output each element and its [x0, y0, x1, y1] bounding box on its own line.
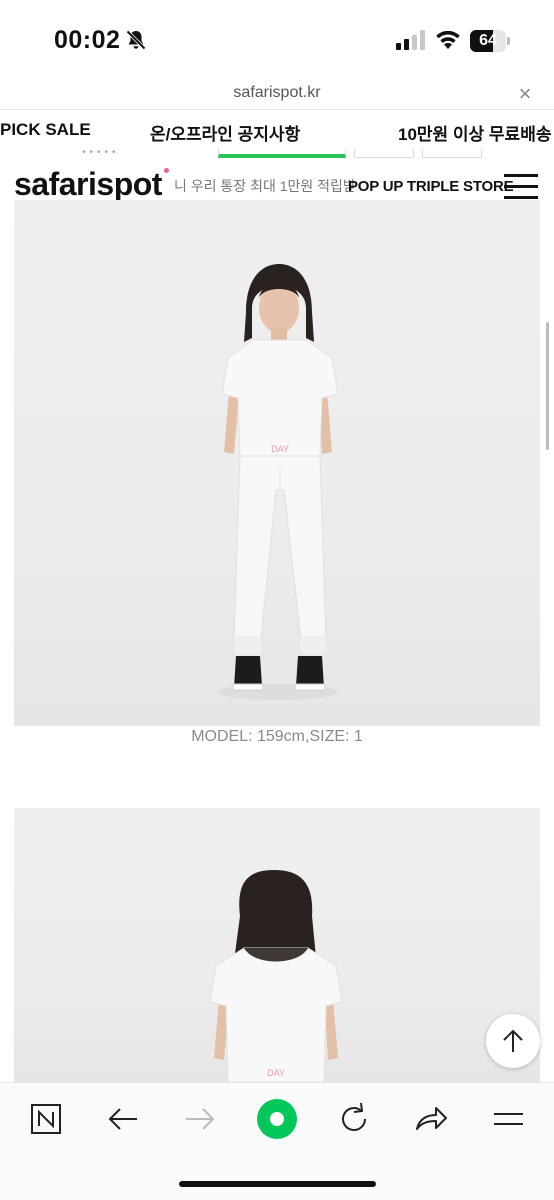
hidden-button-1: [354, 148, 414, 158]
hidden-green-button: [218, 148, 346, 158]
rating-dots: •••••: [82, 147, 120, 158]
notice-free-shipping[interactable]: 10만원 이상 무료배송: [398, 120, 551, 145]
scroll-indicator: [546, 322, 549, 450]
naver-n-icon: [31, 1104, 61, 1134]
shirt-print: DAY: [271, 444, 289, 454]
address-bar[interactable]: safarispot.kr ×: [0, 80, 554, 110]
model-front-illustration: DAY: [217, 264, 339, 700]
url-text[interactable]: safarispot.kr: [0, 84, 554, 102]
model-size-caption: MODEL: 159cm,SIZE: 1: [191, 728, 363, 745]
popup-store-link[interactable]: POP UP TRIPLE STORE: [348, 178, 514, 195]
logo-mark: [164, 168, 169, 173]
notice-pick-sale[interactable]: PICK SALE: [0, 120, 91, 140]
promo-ticker[interactable]: 니 우리 통장 최대 1만원 적립받: [174, 176, 356, 196]
hidden-button-2: [422, 148, 482, 158]
status-time: 00:02: [54, 26, 121, 54]
wifi-icon: [436, 30, 460, 49]
cellular-signal-icon: [396, 30, 425, 50]
scroll-to-top-button[interactable]: [486, 1014, 540, 1068]
reload-icon: [342, 1102, 366, 1131]
shirt-print-back: DAY: [267, 1068, 285, 1078]
notice-bar: PICK SALE 온/오프라인 공지사항 10만원 이상 무료배송: [0, 112, 554, 150]
bell-slash-icon: [126, 30, 146, 50]
green-dot-icon: [257, 1099, 297, 1139]
forward-arrow-icon: [186, 1108, 215, 1130]
model-back-illustration: DAY: [209, 870, 343, 1082]
share-button[interactable]: [409, 1097, 453, 1141]
arrow-up-icon: [503, 1029, 523, 1052]
battery-indicator: 64: [470, 30, 510, 52]
hamburger-menu-icon: [494, 1113, 523, 1125]
close-icon[interactable]: ×: [512, 80, 538, 108]
green-dot-button[interactable]: [255, 1097, 299, 1141]
product-photo-front: DAY: [14, 200, 540, 726]
naver-home-button[interactable]: [24, 1097, 68, 1141]
site-logo[interactable]: safarispot: [14, 166, 162, 203]
hamburger-menu-icon[interactable]: [502, 172, 540, 202]
share-icon: [416, 1107, 447, 1130]
browser-menu-button[interactable]: [486, 1097, 530, 1141]
battery-level-text: 64: [479, 32, 497, 49]
back-arrow-icon: [108, 1108, 137, 1130]
home-indicator: [179, 1181, 376, 1187]
forward-button[interactable]: [178, 1097, 222, 1141]
background-layer-edge: •••••: [0, 148, 554, 160]
product-photo-back: DAY: [14, 808, 540, 1082]
notice-announcements[interactable]: 온/오프라인 공지사항: [150, 120, 300, 145]
status-bar: 00:02 64: [0, 0, 554, 80]
reload-button[interactable]: [332, 1097, 376, 1141]
back-button[interactable]: [101, 1097, 145, 1141]
